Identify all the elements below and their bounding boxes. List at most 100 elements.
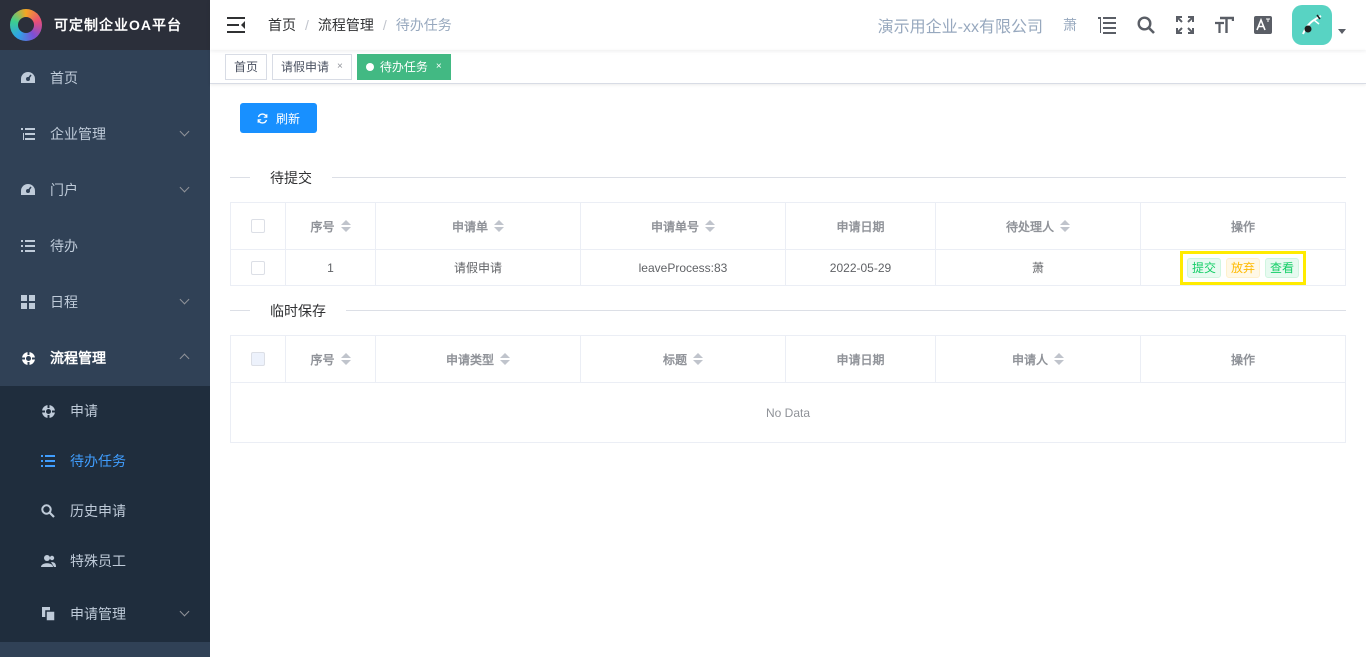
- sidebar-item-portal[interactable]: 门户: [0, 162, 210, 218]
- cell-handler: 萧: [936, 250, 1141, 285]
- abandon-button[interactable]: 放弃: [1225, 257, 1260, 278]
- sidebar-item-process[interactable]: 流程管理: [0, 330, 210, 386]
- list-icon: [40, 453, 56, 469]
- column-header: 申请类型: [445, 352, 494, 367]
- column-header: 申请单号: [650, 219, 699, 234]
- table-row[interactable]: 1 请假申请 leaveProcess:83 2022-05-29 萧 提交 放…: [231, 250, 1345, 285]
- app-logo[interactable]: 可定制企业OA平台: [0, 0, 210, 50]
- breadcrumb-current: 待办任务: [395, 17, 452, 33]
- table-header: 序号 申请类型 标题 申请日期 申请人 操作: [231, 336, 1345, 383]
- view-button[interactable]: 查看: [1265, 257, 1300, 278]
- sidebar-subitem-history[interactable]: 历史申请: [0, 486, 210, 536]
- sidebar-item-todo[interactable]: 待办: [0, 218, 210, 274]
- table-header: 序号 申请单 申请单号 申请日期 待处理人 操作: [231, 203, 1345, 250]
- pending-table: 序号 申请单 申请单号 申请日期 待处理人 操作 1 请假申请 leavePro…: [230, 202, 1346, 286]
- column-header: 申请日期: [836, 352, 885, 367]
- sort-icon[interactable]: [340, 220, 351, 232]
- sidebar-subitem-apply[interactable]: 申请: [0, 386, 210, 436]
- sort-icon[interactable]: [693, 353, 703, 365]
- sidebar: 可定制企业OA平台 首页 企业管理 门户 待办 日程 流程管理 申请 待办任务 …: [0, 0, 210, 657]
- column-header: 申请单: [451, 219, 488, 234]
- sidebar-subitem-todo-tasks[interactable]: 待办任务: [0, 436, 210, 486]
- sidebar-item-label: 申请: [70, 403, 98, 419]
- cell-form-no: leaveProcess:83: [581, 250, 786, 285]
- sort-icon[interactable]: [1060, 220, 1070, 232]
- column-header: 操作: [1230, 219, 1255, 234]
- sidebar-item-label: 流程管理: [50, 350, 106, 366]
- sort-icon[interactable]: [340, 353, 351, 365]
- sidebar-item-home[interactable]: 首页: [0, 50, 210, 106]
- select-all-checkbox[interactable]: [251, 352, 265, 366]
- sort-icon[interactable]: [1054, 353, 1064, 365]
- column-header: 标题: [662, 352, 687, 367]
- chevron-down-icon: [179, 606, 190, 617]
- col-index[interactable]: 序号: [286, 203, 376, 249]
- fullscreen-icon[interactable]: [1175, 15, 1195, 35]
- col-handler[interactable]: 待处理人: [936, 203, 1141, 249]
- hamburger-icon[interactable]: [227, 17, 245, 33]
- tag-todo-tasks[interactable]: 待办任务 ×: [356, 53, 451, 80]
- col-form-no[interactable]: 申请单号: [581, 203, 786, 249]
- chevron-up-icon: [179, 353, 190, 364]
- col-index[interactable]: 序号: [286, 336, 376, 382]
- company-name: 演示用企业-xx有限公司: [877, 19, 1043, 36]
- column-header: 申请人: [1011, 352, 1048, 367]
- avatar[interactable]: [1292, 5, 1332, 45]
- sidebar-item-schedule[interactable]: 日程: [0, 274, 210, 330]
- active-dot-icon: [365, 62, 374, 71]
- language-icon[interactable]: [1253, 15, 1273, 35]
- col-actions: 操作: [1141, 203, 1345, 249]
- breadcrumb-separator: /: [305, 17, 309, 33]
- empty-row: No Data: [231, 383, 1345, 442]
- cell-form: 请假申请: [376, 250, 581, 285]
- tag-label: 首页: [234, 60, 259, 74]
- grid-icon: [20, 294, 36, 310]
- user-name: 萧: [1063, 17, 1077, 33]
- chevron-down-icon: [179, 126, 190, 137]
- breadcrumb-process[interactable]: 流程管理: [318, 15, 374, 35]
- select-all-checkbox[interactable]: [251, 219, 265, 233]
- col-title[interactable]: 标题: [581, 336, 786, 382]
- column-header: 序号: [310, 219, 335, 234]
- breadcrumb-separator: /: [382, 17, 387, 33]
- tree-list-icon: [20, 126, 36, 142]
- sidebar-item-label: 申请管理: [70, 606, 126, 622]
- sidebar-subitem-apply-manage[interactable]: 申请管理: [0, 586, 210, 642]
- sidebar-item-label: 日程: [50, 294, 78, 310]
- section-divider: [230, 310, 1346, 311]
- col-form[interactable]: 申请单: [376, 203, 581, 249]
- sidebar-subitem-special-staff[interactable]: 特殊员工: [0, 536, 210, 586]
- col-applicant[interactable]: 申请人: [936, 336, 1141, 382]
- sidebar-item-label: 待办任务: [70, 453, 126, 469]
- sort-icon[interactable]: [500, 353, 510, 365]
- chevron-down-icon: [179, 294, 190, 305]
- tag-label: 请假申请: [281, 60, 330, 74]
- breadcrumb: 首页 / 流程管理 / 待办任务: [268, 15, 452, 35]
- logo-icon: [10, 9, 42, 41]
- select-all-cell: [231, 203, 286, 249]
- peoples-icon: [40, 553, 56, 569]
- col-type[interactable]: 申请类型: [376, 336, 581, 382]
- tag-leave-apply[interactable]: 请假申请 ×: [272, 53, 352, 80]
- refresh-button[interactable]: 刷新: [240, 103, 317, 133]
- close-icon[interactable]: ×: [436, 61, 442, 72]
- font-size-icon[interactable]: [1214, 15, 1234, 35]
- col-actions: 操作: [1141, 336, 1345, 382]
- col-date: 申请日期: [786, 203, 936, 249]
- sidebar-item-enterprise[interactable]: 企业管理: [0, 106, 210, 162]
- row-checkbox[interactable]: [251, 260, 265, 275]
- search-icon[interactable]: [1136, 15, 1156, 35]
- sidebar-item-label: 首页: [50, 70, 78, 86]
- sort-icon[interactable]: [705, 220, 715, 232]
- col-date: 申请日期: [786, 336, 936, 382]
- breadcrumb-home[interactable]: 首页: [268, 15, 296, 35]
- caret-down-icon[interactable]: [1338, 28, 1346, 34]
- sort-icon[interactable]: [494, 220, 504, 232]
- section-title-pending: 待提交: [250, 168, 332, 188]
- tree-list-icon[interactable]: [1097, 15, 1117, 35]
- close-icon[interactable]: ×: [337, 61, 343, 72]
- submit-button[interactable]: 提交: [1186, 257, 1221, 278]
- no-data-text: No Data: [765, 405, 811, 420]
- select-all-cell: [231, 336, 286, 382]
- tag-home[interactable]: 首页: [225, 53, 268, 80]
